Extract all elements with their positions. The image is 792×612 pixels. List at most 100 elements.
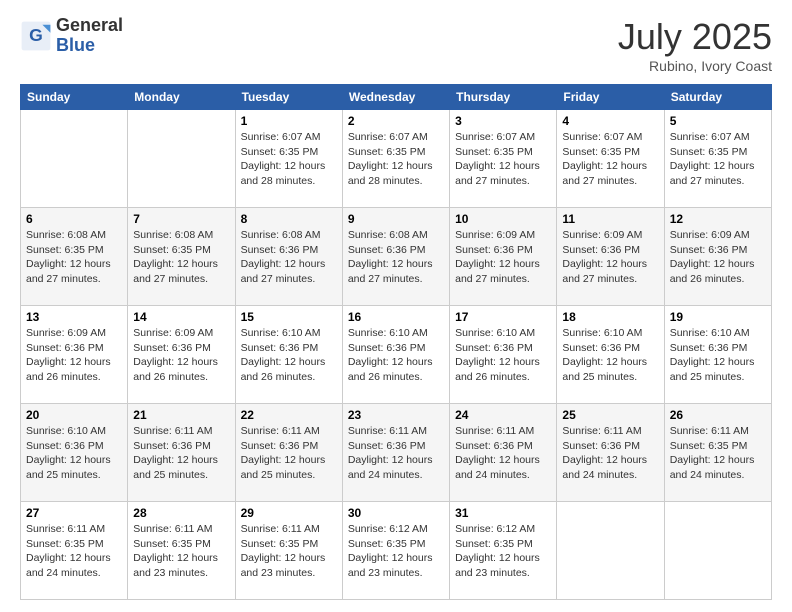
- day-info: Sunrise: 6:10 AMSunset: 6:36 PMDaylight:…: [241, 326, 337, 385]
- day-number: 23: [348, 408, 444, 422]
- day-info: Sunrise: 6:08 AMSunset: 6:35 PMDaylight:…: [26, 228, 122, 287]
- day-info: Sunrise: 6:10 AMSunset: 6:36 PMDaylight:…: [348, 326, 444, 385]
- day-info: Sunrise: 6:07 AMSunset: 6:35 PMDaylight:…: [241, 130, 337, 189]
- day-number: 7: [133, 212, 229, 226]
- day-number: 17: [455, 310, 551, 324]
- title-area: July 2025 Rubino, Ivory Coast: [618, 16, 772, 74]
- day-header-tuesday: Tuesday: [235, 85, 342, 110]
- day-number: 30: [348, 506, 444, 520]
- week-row-2: 13 Sunrise: 6:09 AMSunset: 6:36 PMDayligh…: [21, 306, 772, 404]
- day-info: Sunrise: 6:10 AMSunset: 6:36 PMDaylight:…: [670, 326, 766, 385]
- day-info: Sunrise: 6:07 AMSunset: 6:35 PMDaylight:…: [455, 130, 551, 189]
- day-number: 2: [348, 114, 444, 128]
- day-cell: 16 Sunrise: 6:10 AMSunset: 6:36 PMDayligh…: [342, 306, 449, 404]
- day-number: 8: [241, 212, 337, 226]
- day-cell: 3 Sunrise: 6:07 AMSunset: 6:35 PMDaylight…: [450, 110, 557, 208]
- day-info: Sunrise: 6:07 AMSunset: 6:35 PMDaylight:…: [670, 130, 766, 189]
- day-number: 13: [26, 310, 122, 324]
- day-cell: 6 Sunrise: 6:08 AMSunset: 6:35 PMDaylight…: [21, 208, 128, 306]
- day-info: Sunrise: 6:11 AMSunset: 6:36 PMDaylight:…: [455, 424, 551, 483]
- day-cell: 19 Sunrise: 6:10 AMSunset: 6:36 PMDayligh…: [664, 306, 771, 404]
- week-row-3: 20Sunrise: 6:10 AMSunset: 6:36 PMDayligh…: [21, 404, 772, 502]
- day-number: 22: [241, 408, 337, 422]
- day-cell: 22 Sunrise: 6:11 AMSunset: 6:36 PMDayligh…: [235, 404, 342, 502]
- day-number: 16: [348, 310, 444, 324]
- day-header-monday: Monday: [128, 85, 235, 110]
- day-cell: 18 Sunrise: 6:10 AMSunset: 6:36 PMDayligh…: [557, 306, 664, 404]
- calendar-header-row: SundayMondayTuesdayWednesdayThursdayFrid…: [21, 85, 772, 110]
- day-cell: 15 Sunrise: 6:10 AMSunset: 6:36 PMDayligh…: [235, 306, 342, 404]
- logo: G General Blue: [20, 16, 123, 56]
- day-number: 31: [455, 506, 551, 520]
- day-number: 14: [133, 310, 229, 324]
- day-info: Sunrise: 6:07 AMSunset: 6:35 PMDaylight:…: [348, 130, 444, 189]
- day-number: 5: [670, 114, 766, 128]
- day-cell: 4 Sunrise: 6:07 AMSunset: 6:35 PMDaylight…: [557, 110, 664, 208]
- day-info: Sunrise: 6:07 AMSunset: 6:35 PMDaylight:…: [562, 130, 658, 189]
- header: G General Blue July 2025 Rubino, Ivory C…: [20, 16, 772, 74]
- day-info: Sunrise: 6:09 AMSunset: 6:36 PMDaylight:…: [670, 228, 766, 287]
- svg-text:G: G: [29, 25, 43, 45]
- day-header-friday: Friday: [557, 85, 664, 110]
- day-info: Sunrise: 6:10 AMSunset: 6:36 PMDaylight:…: [562, 326, 658, 385]
- day-header-sunday: Sunday: [21, 85, 128, 110]
- logo-icon: G: [20, 20, 52, 52]
- day-number: 1: [241, 114, 337, 128]
- day-info: Sunrise: 6:08 AMSunset: 6:36 PMDaylight:…: [348, 228, 444, 287]
- week-row-4: 27Sunrise: 6:11 AMSunset: 6:35 PMDayligh…: [21, 502, 772, 600]
- day-cell: 28 Sunrise: 6:11 AMSunset: 6:35 PMDayligh…: [128, 502, 235, 600]
- day-cell: 26Sunrise: 6:11 AMSunset: 6:35 PMDayligh…: [664, 404, 771, 502]
- day-info: Sunrise: 6:10 AMSunset: 6:36 PMDaylight:…: [455, 326, 551, 385]
- day-number: 25: [562, 408, 658, 422]
- day-number: 15: [241, 310, 337, 324]
- day-info: Sunrise: 6:09 AMSunset: 6:36 PMDaylight:…: [26, 326, 122, 385]
- day-cell: 12 Sunrise: 6:09 AMSunset: 6:36 PMDayligh…: [664, 208, 771, 306]
- logo-text: General Blue: [56, 16, 123, 56]
- day-number: 29: [241, 506, 337, 520]
- day-cell: 5 Sunrise: 6:07 AMSunset: 6:35 PMDaylight…: [664, 110, 771, 208]
- day-cell: 8Sunrise: 6:08 AMSunset: 6:36 PMDaylight…: [235, 208, 342, 306]
- day-number: 28: [133, 506, 229, 520]
- day-info: Sunrise: 6:09 AMSunset: 6:36 PMDaylight:…: [562, 228, 658, 287]
- day-info: Sunrise: 6:11 AMSunset: 6:35 PMDaylight:…: [26, 522, 122, 581]
- day-cell: [557, 502, 664, 600]
- day-info: Sunrise: 6:11 AMSunset: 6:36 PMDaylight:…: [562, 424, 658, 483]
- day-cell: [664, 502, 771, 600]
- day-cell: [21, 110, 128, 208]
- day-cell: [128, 110, 235, 208]
- day-cell: 24 Sunrise: 6:11 AMSunset: 6:36 PMDayligh…: [450, 404, 557, 502]
- day-number: 24: [455, 408, 551, 422]
- day-cell: 17 Sunrise: 6:10 AMSunset: 6:36 PMDayligh…: [450, 306, 557, 404]
- day-cell: 29 Sunrise: 6:11 AMSunset: 6:35 PMDayligh…: [235, 502, 342, 600]
- day-number: 18: [562, 310, 658, 324]
- calendar-table: SundayMondayTuesdayWednesdayThursdayFrid…: [20, 84, 772, 600]
- month-title: July 2025: [618, 16, 772, 58]
- day-info: Sunrise: 6:12 AMSunset: 6:35 PMDaylight:…: [348, 522, 444, 581]
- day-cell: 14 Sunrise: 6:09 AMSunset: 6:36 PMDayligh…: [128, 306, 235, 404]
- day-info: Sunrise: 6:11 AMSunset: 6:36 PMDaylight:…: [241, 424, 337, 483]
- day-number: 19: [670, 310, 766, 324]
- logo-general: General: [56, 16, 123, 36]
- page: G General Blue July 2025 Rubino, Ivory C…: [0, 0, 792, 612]
- day-cell: 7Sunrise: 6:08 AMSunset: 6:35 PMDaylight…: [128, 208, 235, 306]
- day-number: 21: [133, 408, 229, 422]
- day-info: Sunrise: 6:11 AMSunset: 6:35 PMDaylight:…: [133, 522, 229, 581]
- day-number: 4: [562, 114, 658, 128]
- day-cell: 1 Sunrise: 6:07 AMSunset: 6:35 PMDaylight…: [235, 110, 342, 208]
- logo-blue: Blue: [56, 36, 123, 56]
- day-number: 3: [455, 114, 551, 128]
- day-number: 26: [670, 408, 766, 422]
- day-number: 12: [670, 212, 766, 226]
- day-info: Sunrise: 6:11 AMSunset: 6:35 PMDaylight:…: [241, 522, 337, 581]
- day-cell: 10Sunrise: 6:09 AMSunset: 6:36 PMDayligh…: [450, 208, 557, 306]
- day-number: 6: [26, 212, 122, 226]
- subtitle: Rubino, Ivory Coast: [618, 58, 772, 74]
- day-cell: 20Sunrise: 6:10 AMSunset: 6:36 PMDayligh…: [21, 404, 128, 502]
- day-header-wednesday: Wednesday: [342, 85, 449, 110]
- day-info: Sunrise: 6:09 AMSunset: 6:36 PMDaylight:…: [133, 326, 229, 385]
- day-cell: 2 Sunrise: 6:07 AMSunset: 6:35 PMDaylight…: [342, 110, 449, 208]
- day-cell: 27Sunrise: 6:11 AMSunset: 6:35 PMDayligh…: [21, 502, 128, 600]
- day-header-thursday: Thursday: [450, 85, 557, 110]
- day-info: Sunrise: 6:09 AMSunset: 6:36 PMDaylight:…: [455, 228, 551, 287]
- day-cell: 21Sunrise: 6:11 AMSunset: 6:36 PMDayligh…: [128, 404, 235, 502]
